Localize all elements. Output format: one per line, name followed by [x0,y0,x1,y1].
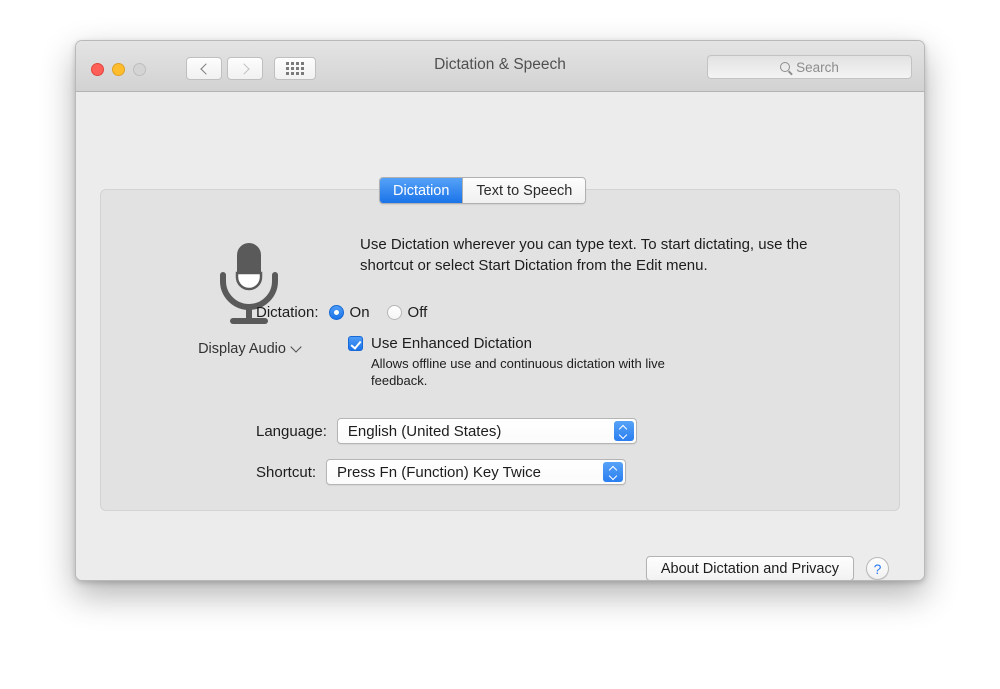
radio-label-off: Off [408,304,428,321]
radio-label-on: On [350,304,370,321]
dictation-radio-group: On Off [329,304,428,321]
tab-dictation[interactable]: Dictation [380,178,462,203]
shortcut-value: Press Fn (Function) Key Twice [327,464,541,481]
enhanced-dictation-block: Use Enhanced Dictation Allows offline us… [348,335,671,389]
window-titlebar: Dictation & Speech Search [76,41,924,92]
shortcut-label: Shortcut: [256,464,316,481]
radio-option-off[interactable]: Off [387,304,428,321]
radio-button-off[interactable] [387,305,402,320]
chevron-down-icon [620,433,627,437]
chevron-down-icon [290,341,301,352]
help-button[interactable]: ? [866,557,889,580]
tab-text-to-speech[interactable]: Text to Speech [462,178,585,203]
enhanced-dictation-row[interactable]: Use Enhanced Dictation [348,335,671,352]
language-stepper-icon[interactable] [614,421,634,441]
chevron-up-icon [610,467,617,471]
search-placeholder: Search [796,60,839,75]
search-icon [780,62,790,72]
tab-bar: Dictation Text to Speech [379,177,586,204]
radio-button-on[interactable] [329,305,344,320]
chevron-down-icon [610,474,617,478]
microphone-block: Display Audio [179,235,319,358]
enhanced-dictation-checkbox[interactable] [348,336,363,351]
language-row: Language: English (United States) [256,418,637,444]
chevron-up-icon [620,426,627,430]
about-dictation-privacy-button[interactable]: About Dictation and Privacy [646,556,854,581]
language-value: English (United States) [338,423,501,440]
shortcut-row: Shortcut: Press Fn (Function) Key Twice [256,459,626,485]
dictation-row: Dictation: On Off [256,304,427,321]
enhanced-dictation-description: Allows offline use and continuous dictat… [371,355,671,389]
system-preferences-window: Dictation & Speech Search Dictation Text… [75,40,925,581]
footer-actions: About Dictation and Privacy ? [646,556,889,581]
dictation-description: Use Dictation wherever you can type text… [360,234,860,276]
audio-source-label: Display Audio [198,341,286,357]
enhanced-dictation-label: Use Enhanced Dictation [371,335,532,352]
shortcut-stepper-icon[interactable] [603,462,623,482]
language-label: Language: [256,423,327,440]
language-select[interactable]: English (United States) [337,418,637,444]
shortcut-select[interactable]: Press Fn (Function) Key Twice [326,459,626,485]
window-body: Dictation Text to Speech Display Audio U… [76,92,924,581]
radio-option-on[interactable]: On [329,304,370,321]
dictation-label: Dictation: [256,304,319,321]
audio-source-popup[interactable]: Display Audio [198,341,300,357]
search-input[interactable]: Search [707,55,912,79]
